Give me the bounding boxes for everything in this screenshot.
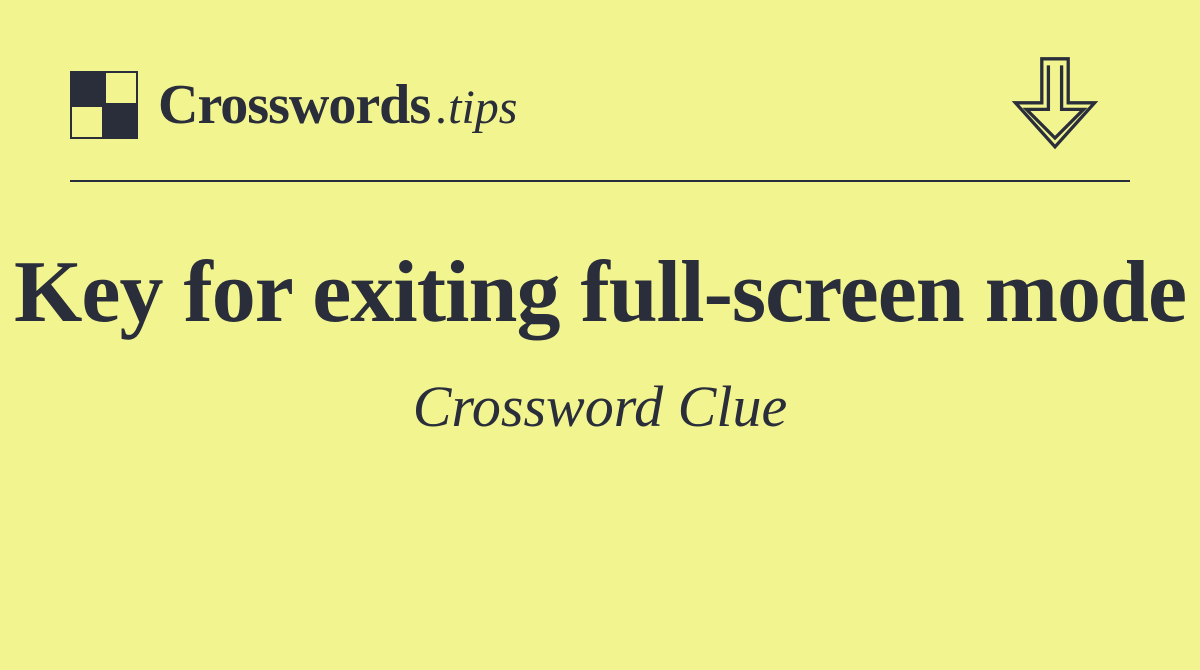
down-arrow-icon[interactable] [1000, 50, 1110, 160]
crossword-grid-icon [70, 71, 138, 139]
brand-text: Crosswords.tips [158, 73, 517, 137]
main-content: Key for exiting full-screen mode Crosswo… [0, 182, 1200, 440]
logo[interactable]: Crosswords.tips [70, 71, 517, 139]
subtitle: Crossword Clue [0, 373, 1200, 440]
brand-suffix: .tips [436, 81, 517, 134]
brand-name: Crosswords [158, 74, 430, 136]
header: Crosswords.tips [0, 0, 1200, 160]
clue-title: Key for exiting full-screen mode [0, 242, 1200, 343]
